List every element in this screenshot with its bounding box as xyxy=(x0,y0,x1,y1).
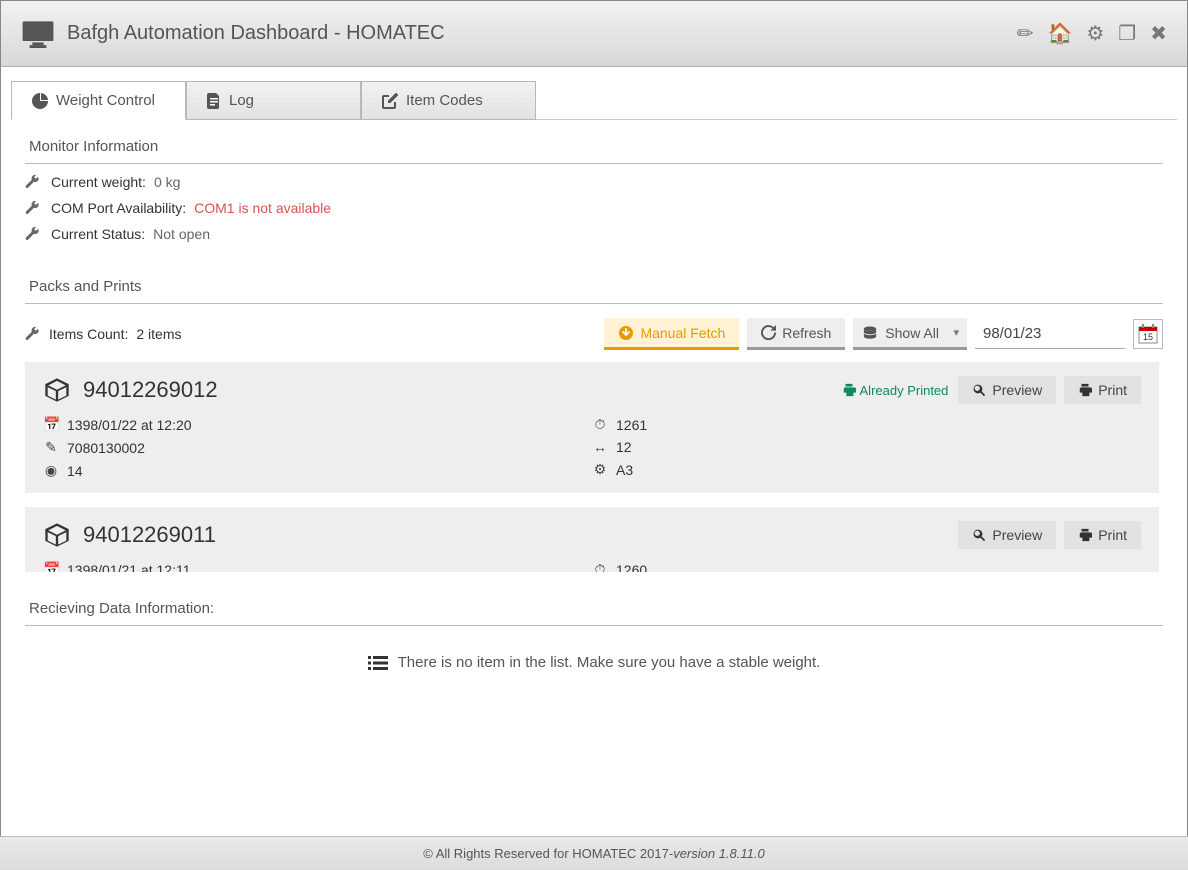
print-icon xyxy=(1078,528,1092,542)
database-icon xyxy=(863,326,877,340)
box-icon xyxy=(43,376,71,404)
list-icon xyxy=(368,655,388,671)
item-gauge: 1261 xyxy=(616,417,647,433)
gauge-icon: ⏱ xyxy=(592,561,608,572)
window-controls xyxy=(1017,21,1167,46)
calendar-icon: 📅 xyxy=(43,561,59,572)
monitor-icon xyxy=(21,20,55,48)
items-count-value: 2 items xyxy=(136,326,181,342)
wrench-icon xyxy=(25,200,43,216)
footer-version: version 1.8.11.0 xyxy=(673,846,765,861)
items-list[interactable]: 94012269012 Already Printed Preview xyxy=(25,362,1163,572)
footer: © All Rights Reserved for HOMATEC 2017- … xyxy=(0,836,1188,870)
print-icon xyxy=(1078,383,1092,397)
titlebar: Bafgh Automation Dashboard - HOMATEC xyxy=(1,1,1187,67)
print-button[interactable]: Print xyxy=(1064,376,1141,404)
current-status-label: Current Status: xyxy=(51,226,145,242)
close-icon[interactable] xyxy=(1150,21,1167,46)
tabs: Weight Control Log Item Codes xyxy=(1,67,1187,120)
arrows-icon: ↔ xyxy=(592,439,608,455)
receiving-empty-message: There is no item in the list. Make sure … xyxy=(25,626,1163,699)
cogs-icon: ⚙ xyxy=(592,461,608,478)
edit-note-icon xyxy=(382,93,398,109)
tab-weight-control[interactable]: Weight Control xyxy=(11,81,186,120)
current-status-value: Not open xyxy=(153,226,210,242)
home-icon[interactable] xyxy=(1047,21,1072,46)
gauge-icon: ⏱ xyxy=(592,416,608,433)
row-current-weight: Current weight: 0 kg xyxy=(25,164,1163,190)
current-weight-label: Current weight: xyxy=(51,174,146,190)
refresh-button[interactable]: Refresh xyxy=(747,318,845,350)
item-arrow: 12 xyxy=(616,439,632,455)
print-button[interactable]: Print xyxy=(1064,521,1141,549)
preview-button[interactable]: Preview xyxy=(958,376,1056,404)
items-count-label: Items Count: xyxy=(49,326,128,342)
item-datetime: 1398/01/21 at 12:11 xyxy=(67,562,191,573)
row-current-status: Current Status: Not open xyxy=(25,216,1163,242)
item-cog: A3 xyxy=(616,462,633,478)
current-weight-value: 0 kg xyxy=(154,174,180,190)
svg-text:15: 15 xyxy=(1143,332,1153,342)
edit-icon[interactable] xyxy=(1017,21,1034,46)
print-icon xyxy=(842,383,856,397)
tab-item-codes[interactable]: Item Codes xyxy=(361,81,536,120)
refresh-icon xyxy=(761,325,776,340)
preview-button[interactable]: Preview xyxy=(958,521,1056,549)
wrench-icon xyxy=(25,174,43,190)
maximize-icon[interactable] xyxy=(1118,21,1136,46)
manual-fetch-button[interactable]: Manual Fetch xyxy=(604,318,739,350)
wrench-icon xyxy=(25,226,43,242)
app-title: Bafgh Automation Dashboard - HOMATEC xyxy=(67,22,1017,45)
com-port-label: COM Port Availability: xyxy=(51,200,186,216)
target-icon: ◉ xyxy=(43,462,59,479)
file-icon xyxy=(207,93,221,109)
tab-log[interactable]: Log xyxy=(186,81,361,120)
box-icon xyxy=(43,521,71,549)
date-input[interactable] xyxy=(975,319,1125,349)
search-icon xyxy=(972,528,986,542)
com-port-value: COM1 is not available xyxy=(194,200,331,216)
pie-chart-icon xyxy=(32,93,48,109)
footer-copyright: © All Rights Reserved for HOMATEC 2017- xyxy=(423,846,673,861)
item-target: 14 xyxy=(67,463,83,479)
edit-icon: ✎ xyxy=(43,439,59,456)
wrench-icon xyxy=(25,326,41,342)
section-packs-title: Packs and Prints xyxy=(25,260,1163,304)
tab-label: Log xyxy=(229,92,254,109)
item-id: 94012269011 xyxy=(83,522,958,548)
item-card: 94012269011 Preview Print xyxy=(25,507,1159,572)
download-circle-icon xyxy=(618,325,634,341)
packs-toolbar: Items Count: 2 items Manual Fetch Refres… xyxy=(25,304,1163,362)
show-filter-select[interactable]: Show All xyxy=(853,318,967,350)
tab-label: Weight Control xyxy=(56,92,155,109)
row-com-port: COM Port Availability: COM1 is not avail… xyxy=(25,190,1163,216)
settings-icon[interactable] xyxy=(1086,21,1104,46)
item-gauge: 1260 xyxy=(616,562,647,573)
item-code: 7080130002 xyxy=(67,440,145,456)
already-printed-badge: Already Printed xyxy=(842,383,949,398)
calendar-button[interactable]: 15 xyxy=(1133,319,1163,349)
item-datetime: 1398/01/22 at 12:20 xyxy=(67,417,192,433)
section-monitor-title: Monitor Information xyxy=(25,120,1163,164)
item-card: 94012269012 Already Printed Preview xyxy=(25,362,1159,493)
calendar-icon: 📅 xyxy=(43,416,59,433)
section-receiving-title: Recieving Data Information: xyxy=(25,582,1163,626)
search-icon xyxy=(972,383,986,397)
item-id: 94012269012 xyxy=(83,377,842,403)
tab-label: Item Codes xyxy=(406,92,483,109)
